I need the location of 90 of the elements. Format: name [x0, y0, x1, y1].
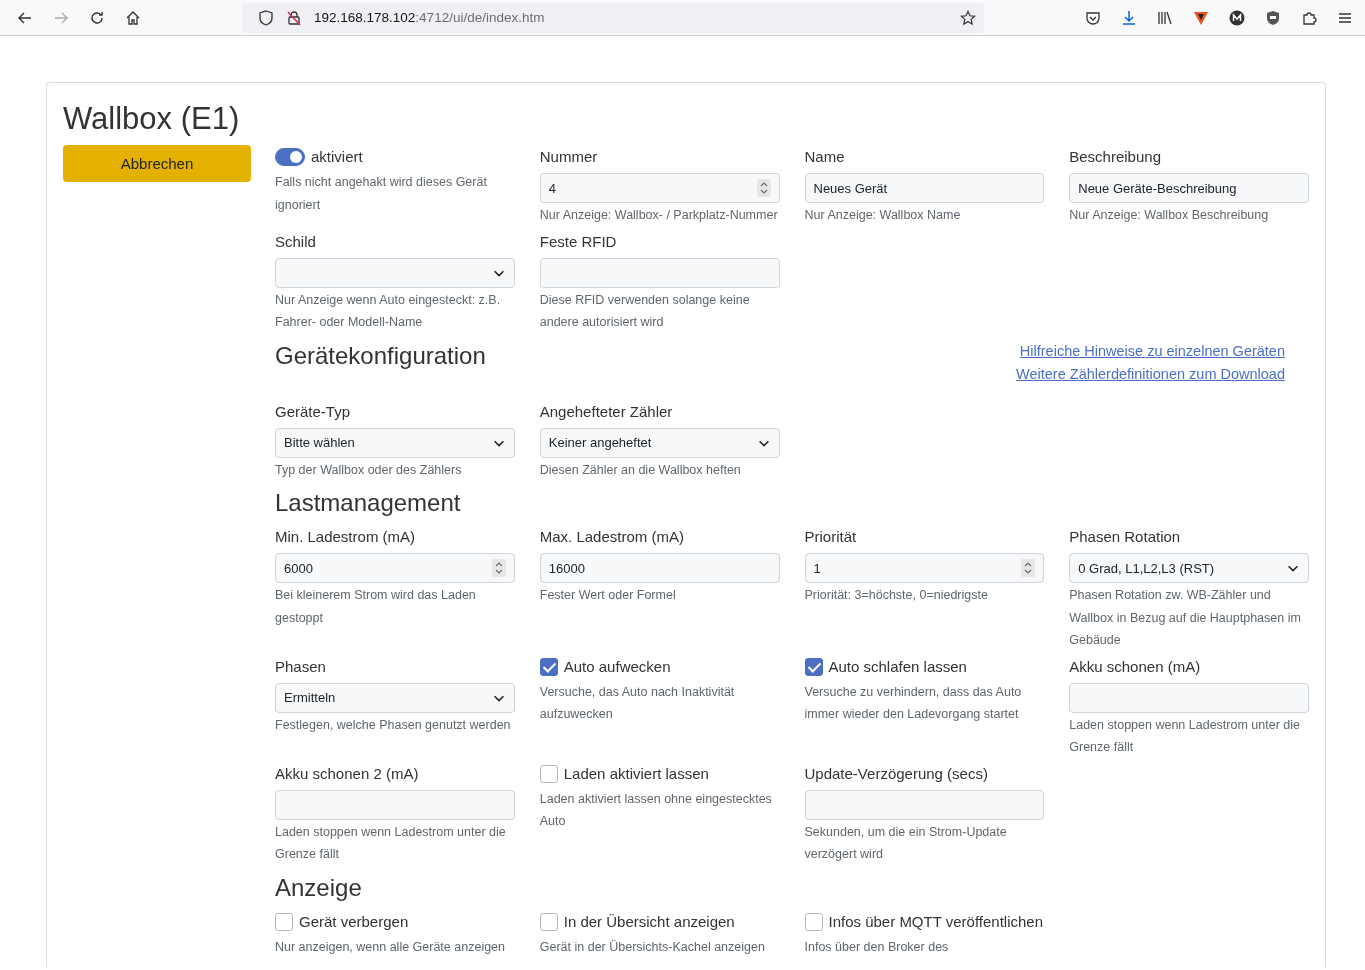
checkbox[interactable] [804, 912, 823, 931]
url-text: 192.168.178.102:4712/ui/de/index.htm [314, 10, 546, 25]
select-field[interactable]: Ermitteln [275, 682, 515, 713]
help-text: Diesen Zähler an die Wallbox heften [539, 461, 742, 479]
number-field[interactable]: 1 [804, 553, 1045, 583]
help-text: Festlegen, welche Phasen genutzt werden [275, 716, 512, 734]
checkbox[interactable] [539, 912, 558, 931]
field-label: Laden aktiviert lassen [563, 763, 709, 784]
field-label: Infos über MQTT veröffentlichen [828, 911, 1044, 932]
checkbox[interactable] [275, 912, 293, 931]
help-link[interactable]: Weitere Zählerdefinitionen zum Download [1016, 362, 1285, 386]
field-label: Phasen Rotation [1069, 527, 1182, 547]
field-label: In der Übersicht anzeigen [563, 911, 735, 932]
help-text: Priorität: 3=höchste, 0=niedrigste [804, 587, 989, 604]
spinner-arrows-icon[interactable] [1021, 559, 1036, 577]
field-label: Geräte-Typ [275, 401, 352, 422]
section-heading: Lastmanagement [275, 488, 461, 518]
text-field[interactable]: Neues Gerät [804, 173, 1045, 203]
reload-icon[interactable] [89, 9, 105, 26]
pocket-icon[interactable] [1085, 9, 1101, 26]
field-label: Update-Verzögerung (secs) [804, 763, 989, 784]
field-label: Schild [275, 231, 317, 252]
help-text: Laden aktiviert lassen ohne eingestecktes Auto [539, 790, 773, 830]
field-label: Priorität [804, 527, 858, 547]
select-field[interactable]: Bitte wählen [275, 427, 515, 458]
number-field[interactable]: 6000 [275, 553, 515, 583]
field-label: Min. Ladestrom (mA) [275, 527, 417, 547]
spinner-arrows-icon[interactable] [756, 179, 771, 197]
help-text: Nur anzeigen, wenn alle Geräte anzeigen [275, 938, 506, 956]
section-heading: Gerätekonfiguration [275, 340, 486, 371]
home-icon[interactable] [125, 9, 141, 26]
field-label: Max. Ladestrom (mA) [539, 527, 685, 547]
field-label: Auto schlafen lassen [828, 656, 967, 677]
help-text: Bei kleinerem Strom wird das Laden gestoppt [275, 587, 477, 627]
library-icon[interactable] [1157, 9, 1173, 26]
download-icon[interactable] [1121, 9, 1137, 26]
help-text: Nur Anzeige: Wallbox- / Parkplatz-Nummer [539, 207, 779, 224]
help-text: Falls nicht angehakt wird dieses Gerät ignoriert [275, 174, 488, 214]
text-field[interactable]: 16000 [539, 553, 780, 583]
help-text: Nur Anzeige: Wallbox Name [804, 207, 962, 224]
field-label: Gerät verbergen [299, 911, 409, 932]
help-text: Nur Anzeige wenn Auto eingesteckt: z.B. Fahrer- oder Modell-Name [275, 291, 502, 331]
shield-badge-icon[interactable] [1265, 9, 1281, 26]
spinner-arrows-icon[interactable] [491, 559, 506, 577]
help-text: Laden stoppen wenn Ladestrom unter die Grenze fällt [1069, 716, 1301, 756]
help-text: Typ der Wallbox oder des Zählers [275, 461, 463, 479]
help-text: Sekunden, um die ein Strom-Update verzögert wird [804, 823, 1008, 863]
field-label: Beschreibung [1069, 147, 1162, 167]
section-heading: Anzeige [275, 872, 362, 903]
star-icon[interactable] [960, 9, 976, 26]
help-text: Gerät in der Übersichts-Kachel anzeigen [539, 938, 766, 956]
help-text: Versuche zu verhindern, dass das Auto immer wieder den Ladevorgang startet [804, 683, 1023, 723]
help-text: Fester Wert oder Formel [539, 587, 677, 604]
checkbox[interactable] [539, 657, 558, 676]
toggle-switch[interactable] [275, 148, 305, 166]
select-field[interactable]: Keiner angeheftet [539, 427, 780, 458]
number-field[interactable]: 4 [539, 173, 780, 203]
puzzle-icon[interactable] [1301, 9, 1317, 26]
help-text: Laden stoppen wenn Ladestrom unter die Grenze fällt [275, 823, 507, 863]
field-label: Name [804, 147, 846, 167]
field-label: Feste RFID [539, 231, 618, 252]
text-field[interactable] [1069, 682, 1309, 713]
text-field[interactable] [539, 257, 780, 288]
select-field[interactable]: 0 Grad, L1,L2,L3 (RST) [1069, 553, 1309, 583]
help-text: Diese RFID verwenden solange keine andere autorisiert wird [539, 291, 751, 331]
help-text: Phasen Rotation zw. WB-Zähler und Wallbox in Bezug auf die Hauptphasen im Gebäude [1069, 587, 1302, 649]
shield-icon[interactable] [258, 9, 274, 26]
page-title: Wallbox (E1) [63, 100, 241, 138]
m-circle-icon[interactable] [1229, 9, 1245, 26]
help-link[interactable]: Hilfreiche Hinweise zu einzelnen Geräten [1019, 339, 1285, 363]
help-text: Versuche, das Auto nach Inaktivität aufzuwecken [539, 683, 736, 723]
checkbox[interactable] [804, 657, 823, 676]
field-label: Nummer [539, 147, 599, 167]
field-label: Akku schonen (mA) [1069, 656, 1202, 677]
help-text: Nur Anzeige: Wallbox Beschreibung [1069, 207, 1270, 224]
cancel-button[interactable]: Abbrechen [63, 145, 251, 182]
field-label: Phasen [275, 656, 327, 677]
checkbox[interactable] [539, 764, 558, 783]
field-label: Auto aufwecken [563, 656, 671, 677]
v-logo-icon[interactable] [1193, 9, 1209, 26]
text-field[interactable] [804, 789, 1045, 820]
insecure-lock-icon[interactable] [286, 9, 302, 26]
field-label: Akku schonen 2 (mA) [275, 763, 420, 784]
address-bar[interactable]: 192.168.178.102:4712/ui/de/index.htm [242, 2, 984, 33]
select-field[interactable] [275, 257, 515, 288]
field-label: aktiviert [311, 147, 363, 167]
text-field[interactable] [275, 789, 515, 820]
text-field[interactable]: Neue Geräte-Beschreibung [1069, 173, 1309, 203]
help-text: Infos über den Broker des [804, 938, 950, 956]
field-label: Angehefteter Zähler [539, 401, 674, 422]
